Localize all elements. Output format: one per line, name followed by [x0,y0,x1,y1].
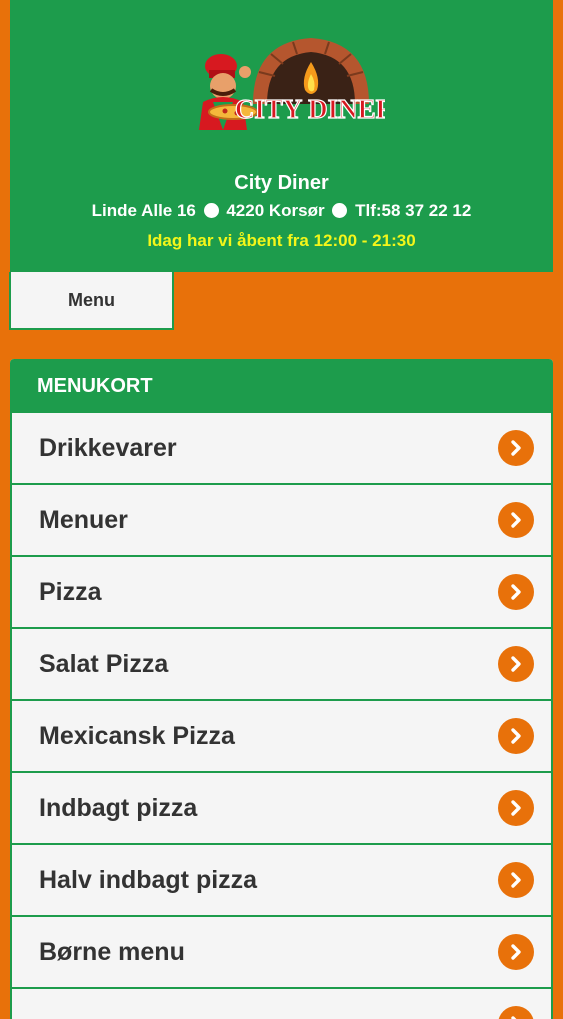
chevron-right-icon[interactable] [498,574,534,610]
menu-category-label: Børne menu [39,937,185,966]
svg-text:CITY DINER: CITY DINER [235,94,385,124]
chevron-right-icon[interactable] [498,430,534,466]
menu-category-item[interactable]: Pizza [10,557,553,629]
separator-dot-icon [203,203,219,218]
menu-category-item[interactable]: Børne menu [10,917,553,989]
opening-hours: Idag har vi åbent fra 12:00 - 21:30 [147,231,416,250]
menu-tab[interactable]: Menu [9,272,174,330]
menu-category-label: Indbagt pizza [39,793,198,822]
chevron-right-icon[interactable] [498,646,534,682]
city: 4220 Korsør [226,201,325,220]
menu-category-label: Halv indbagt pizza [39,865,258,894]
menu-category-label: Mexicansk Pizza [39,721,235,750]
shop-name: City Diner [234,172,329,194]
menu-category-label: Menuer [39,505,128,534]
menu-category-label: Salat Pizza [39,649,169,678]
chevron-right-icon[interactable] [498,502,534,538]
menu-category-item[interactable]: Salat Pizza [10,629,553,701]
site-header: CITY DINER City Diner Linde Alle 16 4220… [10,0,553,272]
menu-category-label: Pizza [39,577,102,606]
shop-contact: Linde Alle 16 4220 Korsør Tlf:58 37 22 1… [10,201,553,221]
menu-category-item[interactable]: Indbagt pizza [10,773,553,845]
chevron-right-icon[interactable] [498,934,534,970]
city-diner-logo[interactable]: CITY DINER [193,32,385,132]
menu-category-item[interactable]: Menuer [10,485,553,557]
address: Linde Alle 16 [91,201,196,220]
menu-category-item[interactable]: Drikkevarer [10,413,553,485]
phone[interactable]: Tlf:58 37 22 12 [355,201,471,220]
separator-dot-icon [332,203,348,218]
chevron-right-icon[interactable] [498,1006,534,1019]
menu-category-item[interactable]: Halv indbagt pizza [10,845,553,917]
menukort-title: MENUKORT [10,359,553,413]
menu-category-label: Drikkevarer [39,433,177,462]
menu-category-list: Drikkevarer Menuer Pizza Salat Pizza Mexican… [10,413,553,1019]
chevron-right-icon[interactable] [498,862,534,898]
chevron-right-icon[interactable] [498,718,534,754]
menu-category-item[interactable]: Mexicansk Pizza [10,701,553,773]
menukort-card: MENUKORT Drikkevarer Menuer Pizza Salat Piz… [10,359,553,1019]
menu-category-item[interactable] [10,989,553,1019]
chevron-right-icon[interactable] [498,790,534,826]
